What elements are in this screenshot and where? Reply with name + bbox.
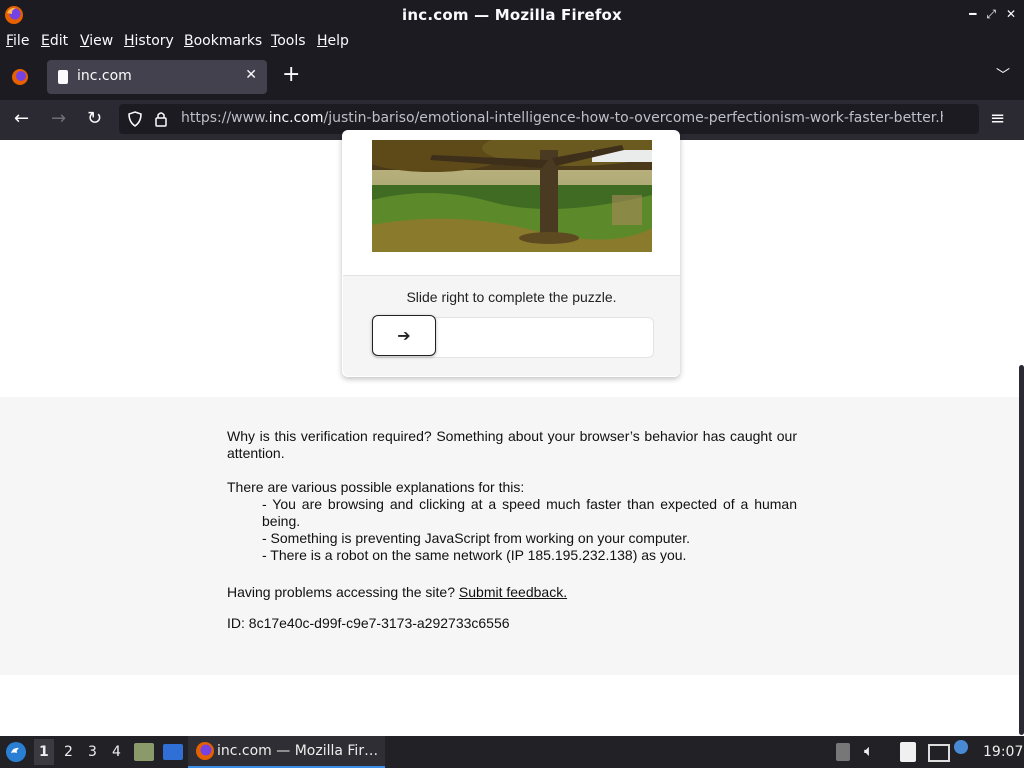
restore-button[interactable]: ⤢ bbox=[986, 7, 996, 22]
new-tab-button[interactable]: + bbox=[282, 62, 300, 87]
minimize-button[interactable]: ━ bbox=[969, 7, 976, 22]
reason-item: - Something is preventing JavaScript fro… bbox=[262, 530, 690, 546]
lock-icon[interactable] bbox=[154, 111, 168, 127]
back-arrow-icon[interactable]: ← bbox=[14, 108, 29, 129]
submit-feedback-link[interactable]: Submit feedback. bbox=[459, 584, 567, 600]
menubar: File Edit View History Bookmarks Tools H… bbox=[0, 30, 1024, 53]
volume-icon[interactable]: 🔈︎ bbox=[864, 741, 874, 761]
workspace-4[interactable]: 4 bbox=[112, 744, 121, 760]
menu-tools[interactable]: Tools bbox=[271, 33, 306, 49]
taskbar: 1 2 3 4 inc.com — Mozilla Fir… 🔈︎ 19:07 bbox=[0, 736, 1024, 768]
arrow-right-icon: ➔ bbox=[397, 326, 411, 345]
window-title: inc.com — Mozilla Firefox bbox=[402, 6, 622, 24]
firefox-view-icon[interactable] bbox=[10, 67, 30, 87]
reload-icon[interactable]: ↻ bbox=[87, 108, 102, 129]
tray-arrow-icon[interactable] bbox=[836, 743, 850, 761]
close-window-button[interactable]: ✕ bbox=[1006, 7, 1016, 22]
firefox-icon bbox=[196, 742, 214, 760]
menu-help[interactable]: Help bbox=[317, 33, 349, 49]
menu-view[interactable]: View bbox=[80, 33, 113, 49]
clipboard-icon[interactable] bbox=[900, 742, 916, 762]
tracking-protection-shield-icon[interactable] bbox=[127, 111, 143, 127]
start-menu-icon[interactable] bbox=[5, 741, 27, 763]
url-text: https://www.inc.com/justin-bariso/emotio… bbox=[181, 110, 943, 126]
menu-edit[interactable]: Edit bbox=[41, 33, 68, 49]
reason-item: - There is a robot on the same network (… bbox=[262, 547, 687, 563]
tab-inc-com[interactable]: inc.com ✕ bbox=[47, 60, 267, 94]
why-text: Why is this verification required? Somet… bbox=[227, 428, 797, 461]
notification-icon[interactable] bbox=[954, 740, 968, 754]
workspace-1[interactable]: 1 bbox=[39, 744, 49, 760]
puzzle-image bbox=[372, 140, 652, 252]
explanations-heading: There are various possible explanations … bbox=[227, 479, 525, 495]
menu-file[interactable]: File bbox=[6, 33, 29, 49]
menu-history[interactable]: History bbox=[124, 33, 174, 49]
app-menu-icon[interactable]: ≡ bbox=[990, 108, 1005, 129]
reason-item: - You are browsing and clicking at a spe… bbox=[262, 496, 797, 529]
workspace-2[interactable]: 2 bbox=[64, 744, 73, 760]
list-all-tabs-icon[interactable]: ﹀ bbox=[996, 65, 1010, 85]
inc-favicon-icon bbox=[58, 70, 68, 84]
network-icon[interactable] bbox=[928, 744, 950, 762]
request-id: ID: 8c17e40c-d99f-c9e7-3173-a292733c6556 bbox=[227, 615, 510, 631]
forward-arrow-icon[interactable]: → bbox=[51, 108, 66, 129]
clock: 19:07 bbox=[983, 744, 1024, 760]
menu-bookmarks[interactable]: Bookmarks bbox=[184, 33, 262, 49]
workspace-3[interactable]: 3 bbox=[88, 744, 97, 760]
desktop-icon[interactable] bbox=[163, 744, 183, 760]
taskbar-window-firefox[interactable]: inc.com — Mozilla Fir… bbox=[188, 736, 385, 768]
taskbar-window-label: inc.com — Mozilla Fir… bbox=[217, 743, 379, 759]
problems-line: Having problems accessing the site? Subm… bbox=[227, 584, 797, 601]
file-manager-icon[interactable] bbox=[134, 743, 154, 761]
window-titlebar: inc.com — Mozilla Firefox ━ ⤢ ✕ bbox=[0, 0, 1024, 30]
slide-instruction: Slide right to complete the puzzle. bbox=[406, 289, 617, 305]
scrollbar-thumb[interactable] bbox=[1019, 365, 1024, 735]
close-tab-icon[interactable]: ✕ bbox=[245, 67, 257, 83]
problems-text: Having problems accessing the site? bbox=[227, 584, 456, 600]
slider-handle[interactable]: ➔ bbox=[372, 315, 436, 356]
tab-label: inc.com bbox=[77, 68, 132, 84]
